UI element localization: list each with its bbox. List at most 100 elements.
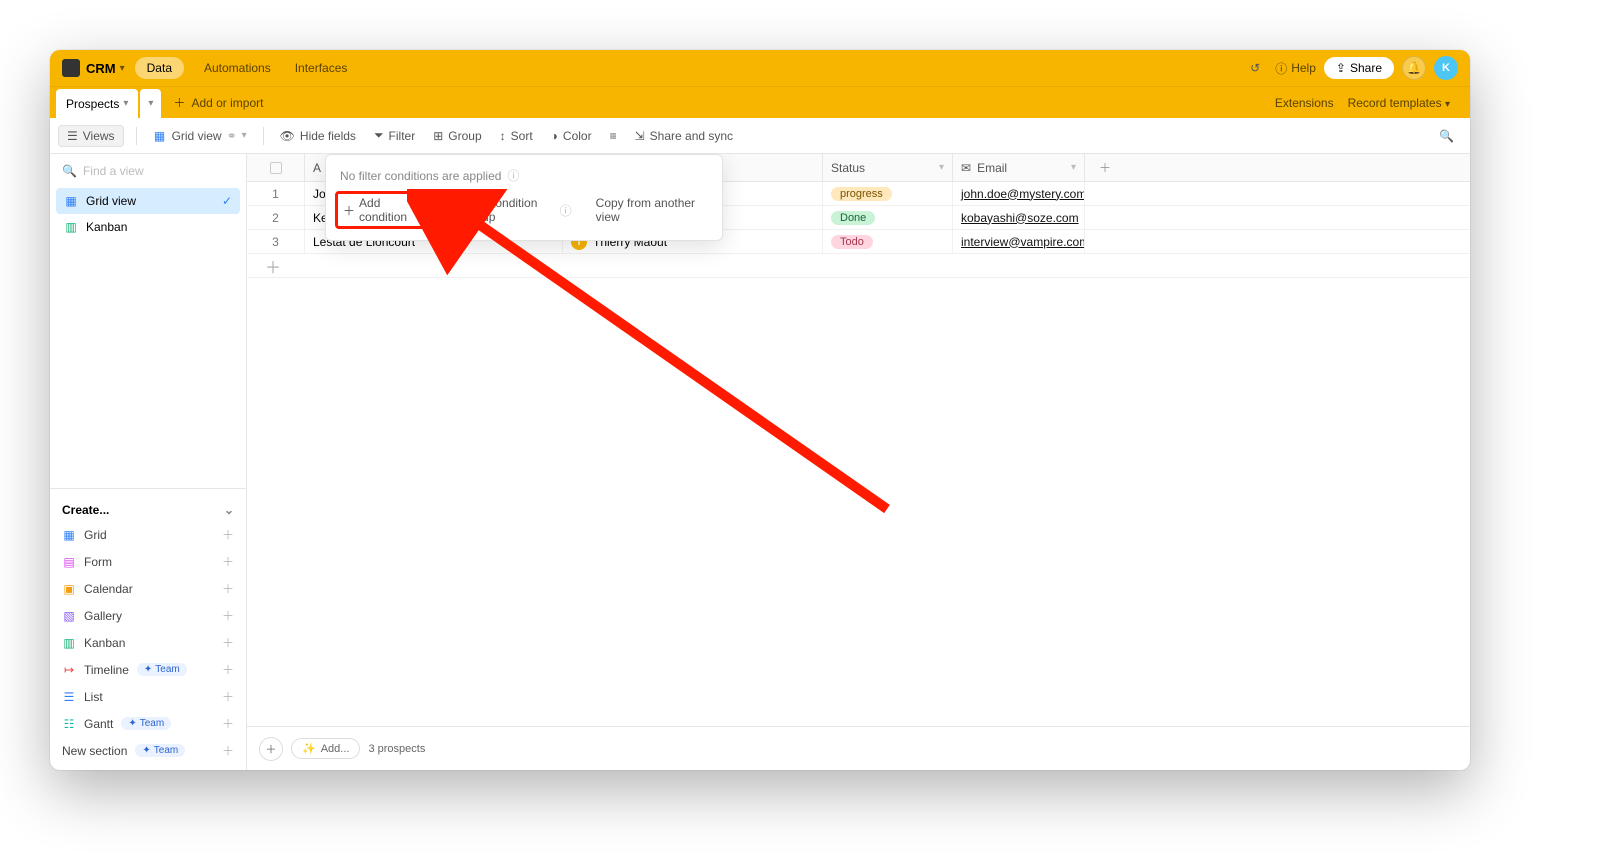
sidebar-view-kanban[interactable]: ▥ Kanban [56,214,240,240]
plus-icon: ＋ [222,688,234,705]
create-calendar[interactable]: ▣Calendar＋ [62,575,234,602]
add-record-button[interactable]: ＋ [259,737,283,761]
grid-view-icon: ▦ [64,194,78,208]
color-button[interactable]: ◑Color [547,127,596,145]
ai-add-button[interactable]: ✨Add... [291,738,360,759]
nav-interfaces[interactable]: Interfaces [283,57,360,79]
cell-status[interactable]: Done [823,206,953,229]
add-condition-group-button[interactable]: ＋Add condition groupⓘ [443,192,578,228]
views-button[interactable]: ☰Views [58,125,124,147]
plus-icon: ＋ [222,553,234,570]
row-number: 1 [247,182,305,205]
sort-icon: ↕ [500,129,506,143]
create-section-header[interactable]: Create... ⌄ [62,499,234,521]
filter-button[interactable]: ⏷Filter [370,126,419,145]
row-number: 3 [247,230,305,253]
kanban-icon: ▥ [64,220,78,234]
cell-email[interactable]: kobayashi@soze.com [953,206,1085,229]
add-row-button[interactable]: ＋ [247,254,1470,278]
sort-button[interactable]: ↕Sort [496,127,537,145]
group-icon: ⊞ [433,129,443,143]
gantt-icon: ☷ [62,717,76,731]
kanban-icon: ▥ [62,636,76,650]
cell-status[interactable]: Todo [823,230,953,253]
plus-icon: ＋ [343,202,355,219]
current-view-button[interactable]: ▦Grid view⚭▾ [149,127,251,145]
select-all-checkbox[interactable] [247,154,305,181]
list-icon: ☰ [62,690,76,704]
chevron-down-icon: ▾ [1445,99,1450,110]
create-new-section[interactable]: New section✦ Team＋ [62,737,234,764]
chevron-down-icon[interactable]: ▾ [120,63,125,74]
email-icon: ✉ [961,161,971,175]
column-header-status[interactable]: Status▾ [823,154,953,181]
create-gantt[interactable]: ☷Gantt✦ Team＋ [62,710,234,737]
chevron-down-icon[interactable]: ▾ [123,98,128,109]
history-icon[interactable]: ↺ [1243,56,1267,80]
calendar-icon: ▣ [62,582,76,596]
help-icon: ⓘ [560,202,572,219]
hide-fields-button[interactable]: 👁Hide fields [276,127,360,145]
plus-icon: ＋ [222,661,234,678]
table-tabs-menu[interactable]: ▾ [140,89,161,119]
group-button[interactable]: ⊞Group [429,127,485,145]
search-icon[interactable]: 🔍 [1431,129,1462,143]
nav-data[interactable]: Data [135,57,184,79]
row-height-button[interactable]: ≡ [606,127,621,145]
form-icon: ▤ [62,555,76,569]
create-timeline[interactable]: ↦Timeline✦ Team＋ [62,656,234,683]
create-list[interactable]: ☰List＋ [62,683,234,710]
app-name[interactable]: CRM [86,61,116,76]
grid-area: A Status▾ ✉Email▾ ＋ 1 Jo TThierry Maout … [247,154,1470,770]
extensions-link[interactable]: Extensions [1275,96,1334,110]
share-button[interactable]: ⇪Share [1324,57,1394,79]
filter-icon: ⏷ [374,128,384,143]
filter-popup-heading: No filter conditions are applied ⓘ [340,167,708,184]
nav-automations[interactable]: Automations [192,57,283,79]
row-height-icon: ≡ [610,129,617,143]
help-button[interactable]: ⓘHelp [1275,60,1316,77]
help-icon[interactable]: ⓘ [507,167,519,184]
plus-icon: ＋ [222,607,234,624]
check-icon: ✓ [222,194,232,208]
plus-icon: ＋ [222,526,234,543]
user-avatar[interactable]: K [1434,56,1458,80]
cell-email[interactable]: interview@vampire.com [953,230,1085,253]
cell-email[interactable]: john.doe@mystery.com [953,182,1085,205]
cell-status[interactable]: progress [823,182,953,205]
share-sync-icon: ⇲ [635,129,645,143]
copy-from-view-button[interactable]: Copy from another view [596,196,708,224]
add-column-button[interactable]: ＋ [1085,154,1125,181]
create-gallery[interactable]: ▧Gallery＋ [62,602,234,629]
help-icon: ⓘ [1275,60,1287,77]
team-badge: ✦ Team [137,663,187,676]
create-grid[interactable]: ▦Grid＋ [62,521,234,548]
column-header-email[interactable]: ✉Email▾ [953,154,1085,181]
share-sync-button[interactable]: ⇲Share and sync [631,127,737,145]
topbar: CRM ▾ Data Automations Interfaces ↺ ⓘHel… [50,50,1470,86]
create-kanban[interactable]: ▥Kanban＋ [62,629,234,656]
record-count: 3 prospects [368,743,425,755]
find-view-input[interactable]: 🔍 Find a view [50,154,246,188]
table-tab-prospects[interactable]: Prospects ▾ [56,89,138,119]
search-icon: 🔍 [62,164,77,178]
eye-off-icon: 👁 [280,129,295,143]
add-or-import-button[interactable]: ＋ Add or import [161,94,275,111]
add-condition-button[interactable]: ＋Add condition [335,191,430,229]
team-badge: ✦ Team [121,717,171,730]
plus-icon: ＋ [222,715,234,732]
record-templates-link[interactable]: Record templates ▾ [1348,96,1450,110]
create-form[interactable]: ▤Form＋ [62,548,234,575]
team-badge: ✦ Team [135,744,185,757]
plus-icon: ＋ [222,634,234,651]
menu-icon: ☰ [67,129,78,143]
notifications-icon[interactable]: 🔔 [1402,56,1426,80]
subbar: Prospects ▾ ▾ ＋ Add or import Extensions… [50,86,1470,118]
people-icon: ⚭ [227,129,237,143]
grid-view-icon: ▦ [153,129,167,143]
grid-footer: ＋ ✨Add... 3 prospects [247,726,1470,770]
share-icon: ⇪ [1336,61,1346,75]
chevron-down-icon: ⌄ [224,503,234,517]
sparkle-icon: ✨ [302,742,316,755]
sidebar-view-grid[interactable]: ▦ Grid view ✓ [56,188,240,214]
